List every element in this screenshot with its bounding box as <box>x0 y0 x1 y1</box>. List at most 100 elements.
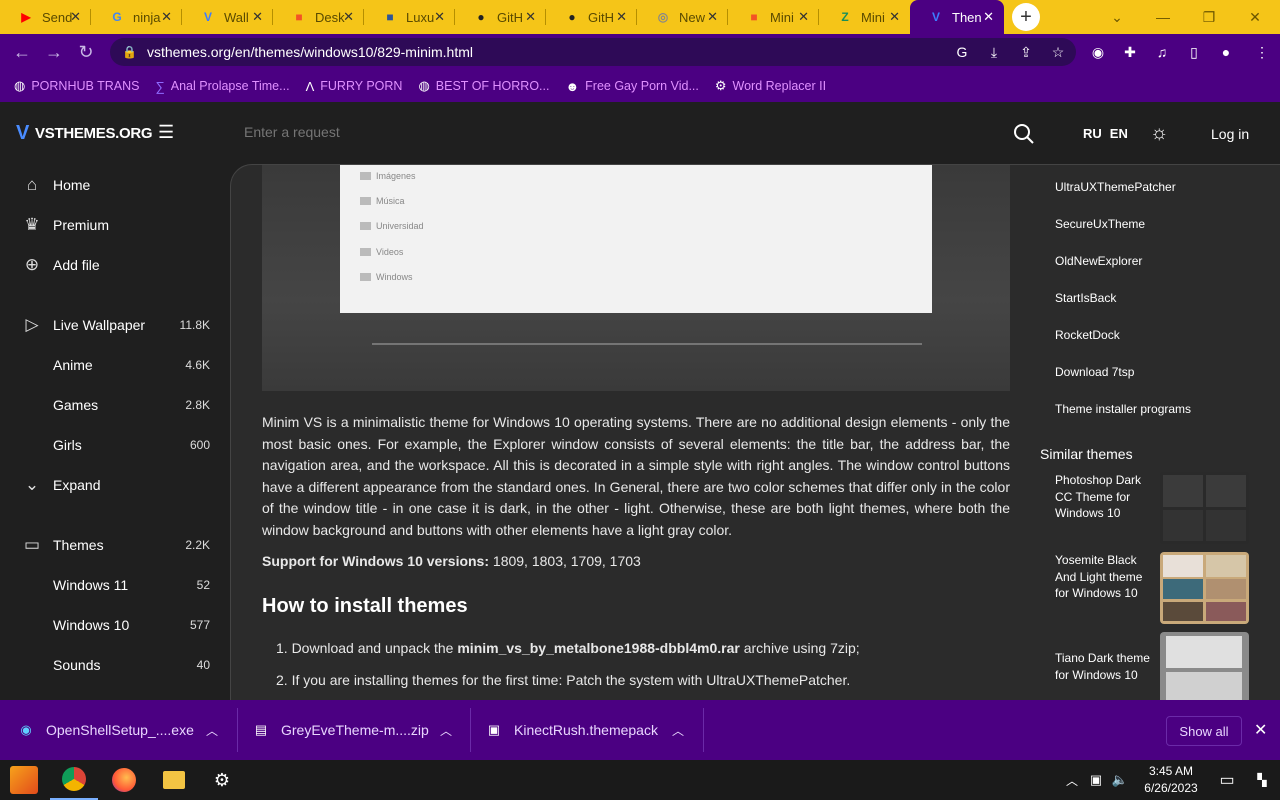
browser-tab[interactable]: ■ Desk ✕ <box>273 0 364 34</box>
close-icon[interactable]: ✕ <box>70 9 81 25</box>
theme-preview-image[interactable]: Imágenes Música Universidad Videos Windo… <box>262 165 1010 391</box>
similar-theme-card[interactable]: Yosemite Black And Light theme for Windo… <box>1055 552 1280 624</box>
tool-link[interactable]: StartIsBack <box>1055 291 1116 305</box>
show-all-downloads-button[interactable]: Show all <box>1166 716 1242 746</box>
tool-link[interactable]: Theme installer programs <box>1055 402 1191 416</box>
media-icon[interactable]: ♫ <box>1152 42 1172 62</box>
menu-toggle-icon[interactable]: ☰ <box>158 122 174 143</box>
tab-search-button[interactable]: ⌄ <box>1094 0 1140 34</box>
browser-tab[interactable]: ■ Luxu ✕ <box>364 0 455 34</box>
back-button[interactable]: ← <box>6 36 38 68</box>
bookmark-item[interactable]: ◍ PORNHUB TRANS <box>14 78 139 94</box>
tray-overflow-icon[interactable]: ︿ <box>1060 760 1084 800</box>
close-icon[interactable]: ✕ <box>616 9 627 25</box>
close-icon[interactable]: ✕ <box>434 9 445 25</box>
install-icon[interactable]: ⤓ <box>984 42 1004 62</box>
tool-link[interactable]: Download 7tsp <box>1055 365 1134 379</box>
sidebar-item-anime[interactable]: Anime 4.6K <box>0 345 230 385</box>
login-link[interactable]: Log in <box>1211 126 1249 142</box>
archive-link[interactable]: minim_vs_by_metalbone1988-dbbl4m0.rar <box>457 640 739 656</box>
taskbar-settings[interactable]: ⚙ <box>198 760 246 800</box>
sidebar-item-sounds[interactable]: Sounds 40 <box>0 645 230 685</box>
taskbar-clock[interactable]: 3:45 AM 6/26/2023 <box>1134 763 1208 797</box>
volume-icon[interactable]: 🔈 <box>1108 760 1132 800</box>
google-lens-icon[interactable]: G <box>952 42 972 62</box>
preview-folder: Imágenes <box>360 171 416 181</box>
download-options-button[interactable]: ︿ <box>440 700 460 760</box>
download-item[interactable]: ▣ KinectRush.themepack <box>486 700 658 760</box>
browser-tab[interactable]: ■ Mini ✕ <box>728 0 819 34</box>
browser-tab-active[interactable]: V Then ✕ <box>910 0 1004 34</box>
close-download-shelf-icon[interactable]: ✕ <box>1254 720 1267 740</box>
sidebar-item-add-file[interactable]: ⊕ Add file <box>0 245 230 285</box>
sun-icon[interactable]: ☼ <box>1150 122 1168 145</box>
taskbar-chrome[interactable] <box>50 760 98 800</box>
close-icon[interactable]: ✕ <box>161 9 172 25</box>
sidebar-item-premium[interactable]: ♛ Premium <box>0 205 230 245</box>
avatar[interactable]: ● <box>1216 42 1236 62</box>
browser-tab[interactable]: ▶ Send ✕ <box>0 0 91 34</box>
url-text[interactable]: vsthemes.org/en/themes/windows10/829-min… <box>147 44 473 60</box>
address-bar[interactable]: 🔒 vsthemes.org/en/themes/windows10/829-m… <box>110 38 1076 66</box>
profile-extension-icon[interactable]: ◉ <box>1088 42 1108 62</box>
maximize-button[interactable]: ❐ <box>1186 0 1232 34</box>
bookmark-item[interactable]: ∑ Anal Prolapse Time... <box>155 79 289 94</box>
close-icon[interactable]: ✕ <box>889 9 900 25</box>
tool-link[interactable]: OldNewExplorer <box>1055 254 1142 268</box>
browser-tab[interactable]: ◎ New ✕ <box>637 0 728 34</box>
download-item[interactable]: ◉ OpenShellSetup_....exe <box>18 700 194 760</box>
bookmark-item[interactable]: ◍ BEST OF HORRO... <box>418 78 549 94</box>
sidebar-item-girls[interactable]: Girls 600 <box>0 425 230 465</box>
bookmark-item[interactable]: ⚙ Word Replacer II <box>715 78 826 94</box>
browser-tab[interactable]: ● GitH ✕ <box>546 0 637 34</box>
share-icon[interactable]: ⇪ <box>1016 42 1036 62</box>
tool-link[interactable]: SecureUxTheme <box>1055 217 1145 231</box>
start-button[interactable] <box>0 760 48 800</box>
close-icon[interactable]: ✕ <box>252 9 263 25</box>
side-panel-icon[interactable]: ▯ <box>1184 42 1204 62</box>
close-icon[interactable]: ✕ <box>525 9 536 25</box>
tool-link[interactable]: UltraUXThemePatcher <box>1055 180 1176 194</box>
close-icon[interactable]: ✕ <box>707 9 718 25</box>
similar-theme-card[interactable]: Tiano Dark theme for Windows 10 <box>1055 632 1280 704</box>
reload-button[interactable]: ↻ <box>70 36 102 68</box>
lang-en[interactable]: EN <box>1110 126 1128 141</box>
window-close-button[interactable]: ✕ <box>1232 0 1278 34</box>
browser-tab[interactable]: V Wall ✕ <box>182 0 273 34</box>
site-logo[interactable]: V VSTHEMES.ORG <box>16 122 153 145</box>
sidebar-item-themes[interactable]: ▭ Themes 2.2K <box>0 525 230 565</box>
extensions-icon[interactable]: ✚ <box>1120 42 1140 62</box>
taskbar-firefox[interactable] <box>100 760 148 800</box>
network-icon[interactable]: ▣ <box>1084 760 1108 800</box>
bookmark-item[interactable]: ☻ Free Gay Porn Vid... <box>565 79 698 94</box>
similar-theme-card[interactable]: Photoshop Dark CC Theme for Windows 10 <box>1055 472 1280 544</box>
close-icon[interactable]: ✕ <box>343 9 354 25</box>
taskbar-file-explorer[interactable] <box>150 760 198 800</box>
bookmark-star-icon[interactable]: ☆ <box>1048 42 1068 62</box>
show-desktop-button[interactable]: ▚ <box>1252 760 1272 800</box>
browser-tab[interactable]: Gninja ✕ <box>91 0 182 34</box>
forward-button[interactable]: → <box>38 36 70 68</box>
lang-ru[interactable]: RU <box>1083 126 1102 141</box>
notification-icon[interactable]: ▭ <box>1210 760 1244 800</box>
sidebar-item-home[interactable]: ⌂ Home <box>0 165 230 205</box>
minimize-button[interactable]: — <box>1140 0 1186 34</box>
download-item[interactable]: ▤ GreyEveTheme-m....zip <box>253 700 429 760</box>
sidebar-item-games[interactable]: Games 2.8K <box>0 385 230 425</box>
search-icon[interactable] <box>1012 122 1036 146</box>
close-icon[interactable]: ✕ <box>983 9 994 25</box>
sidebar-item-live-wallpaper[interactable]: ▷ Live Wallpaper 11.8K <box>0 305 230 345</box>
tool-link[interactable]: RocketDock <box>1055 328 1120 342</box>
browser-tab[interactable]: Z Mini ✕ <box>819 0 910 34</box>
download-options-button[interactable]: ︿ <box>672 700 692 760</box>
browser-tab[interactable]: ● GitH ✕ <box>455 0 546 34</box>
sidebar-item-windows-10[interactable]: Windows 10 577 <box>0 605 230 645</box>
sidebar-item-expand[interactable]: ⌄ Expand <box>0 465 230 505</box>
sidebar-item-windows-11[interactable]: Windows 11 52 <box>0 565 230 605</box>
download-options-button[interactable]: ︿ <box>206 700 226 760</box>
menu-icon[interactable]: ⋮ <box>1252 42 1272 62</box>
close-icon[interactable]: ✕ <box>798 9 809 25</box>
new-tab-button[interactable]: + <box>1012 3 1040 31</box>
search-input[interactable] <box>244 124 744 140</box>
bookmark-item[interactable]: Λ FURRY PORN <box>306 79 403 94</box>
